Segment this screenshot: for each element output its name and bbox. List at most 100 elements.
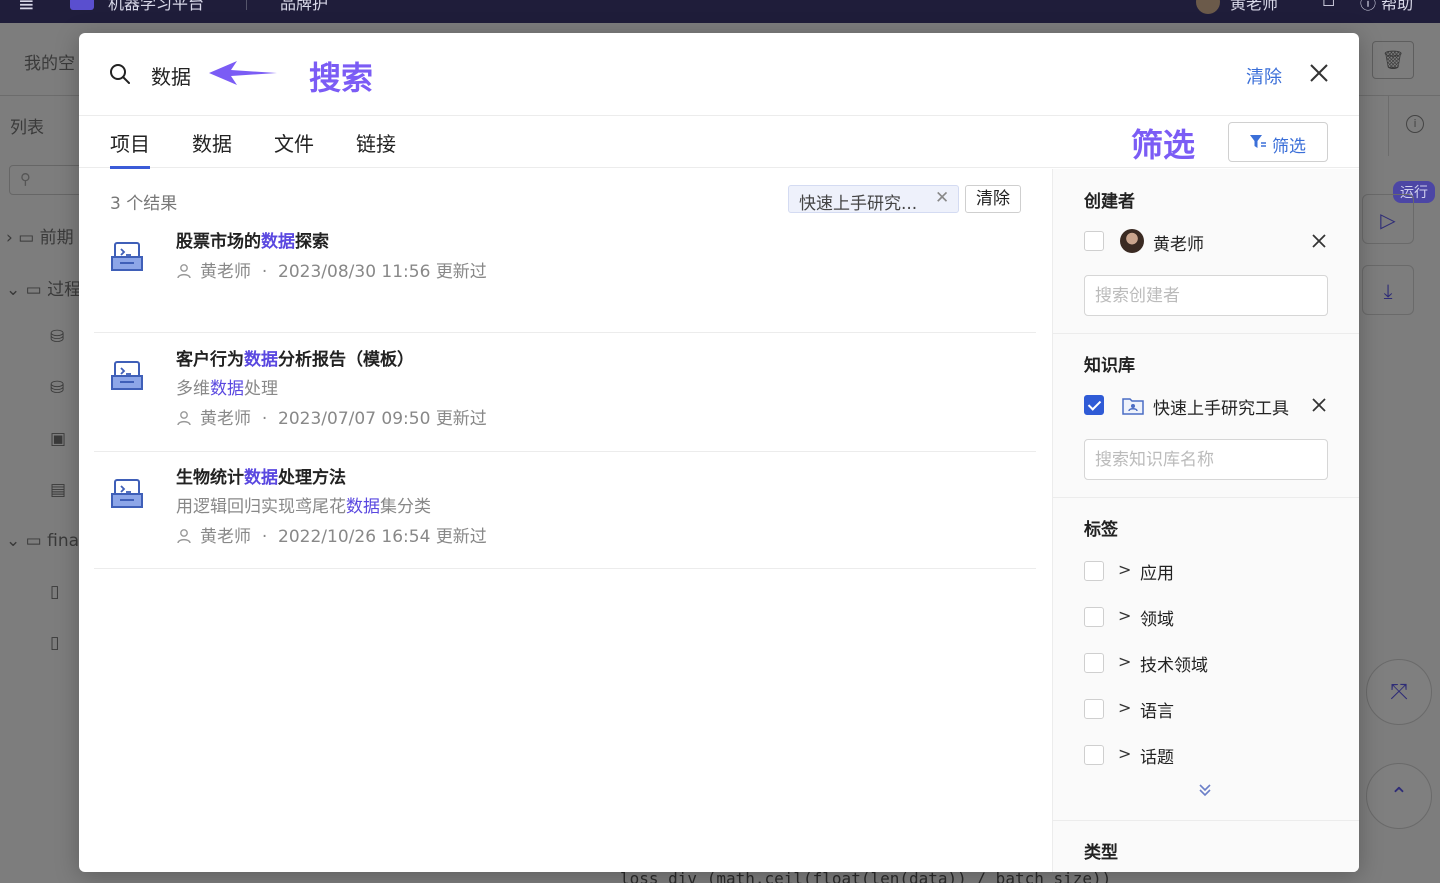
tab-files[interactable]: 文件 (274, 128, 314, 157)
app-logo (70, 0, 94, 10)
annotation-filter-label: 筛选 (1131, 126, 1196, 164)
filter-creator-title: 创建者 (1084, 192, 1135, 212)
divider (1053, 820, 1359, 821)
result-item[interactable]: 客户行为数据分析报告（模板） 多维数据处理 黄老师 · 2023/07/07 0… (94, 334, 1036, 452)
result-item[interactable]: 生物统计数据处理方法 用逻辑回归实现鸢尾花数据集分类 黄老师 · 2022/10… (94, 452, 1036, 569)
knowledge-base-icon (1122, 398, 1144, 415)
result-meta: 黄老师 · 2023/08/30 11:56 更新过 (176, 257, 487, 282)
result-meta: 黄老师 · 2023/07/07 09:50 更新过 (176, 404, 487, 429)
chip-remove-icon[interactable]: ✕ (935, 188, 949, 208)
chevron-right-icon[interactable]: > (1118, 698, 1131, 717)
tag-label: 领域 (1140, 610, 1174, 630)
tag-checkbox[interactable] (1084, 699, 1104, 719)
tree-file-icon[interactable]: ▯ (50, 582, 59, 602)
expand-more-icon[interactable] (1196, 781, 1214, 799)
divider (1053, 497, 1359, 498)
tag-label: 话题 (1140, 748, 1174, 768)
tag-checkbox[interactable] (1084, 653, 1104, 673)
chip-label: 快速上手研究... (799, 194, 918, 214)
chevron-right-icon[interactable]: > (1118, 560, 1131, 579)
filter-kb-title: 知识库 (1084, 356, 1135, 376)
divider (1053, 333, 1359, 334)
creator-checkbox[interactable] (1084, 231, 1104, 251)
nav-divider (246, 0, 247, 10)
search-input[interactable]: 数据 (151, 61, 191, 90)
result-description: 用逻辑回归实现鸢尾花数据集分类 (176, 497, 431, 517)
tree-folder-label: 前期 (39, 228, 74, 248)
result-title: 客户行为数据分析报告（模板） (176, 350, 414, 370)
clear-filters-button[interactable]: 清除 (965, 185, 1021, 213)
hamburger-menu-icon[interactable]: ≡ (18, 0, 35, 16)
tree-folder[interactable]: ⌄ ▭ fina (6, 531, 79, 551)
tab-data[interactable]: 数据 (192, 128, 232, 157)
search-icon (110, 64, 130, 84)
tag-checkbox[interactable] (1084, 607, 1104, 627)
creator-option-label: 黄老师 (1153, 235, 1204, 255)
help-link[interactable]: ⓘ 帮助 (1360, 0, 1413, 14)
search-placeholder: ⚲ (20, 170, 31, 188)
help-label: 帮助 (1381, 0, 1414, 13)
user-icon (177, 264, 191, 279)
remove-kb-icon[interactable] (1311, 397, 1327, 413)
list-label: 列表 (10, 118, 44, 138)
notification-icon[interactable]: ◻ (1322, 0, 1335, 9)
result-meta: 黄老师 · 2022/10/26 16:54 更新过 (176, 522, 487, 547)
tag-label: 应用 (1140, 564, 1174, 584)
active-filter-chip: 快速上手研究... ✕ (788, 185, 959, 214)
tag-checkbox[interactable] (1084, 561, 1104, 581)
top-navigation-bar: ≡ 机器学习平台 品牌护 黄老师 ◻ ⓘ 帮助 (0, 0, 1440, 23)
kb-option-label: 快速上手研究工具 (1153, 399, 1289, 419)
divider (1388, 96, 1389, 156)
app-title[interactable]: 机器学习平台 (108, 0, 204, 14)
download-icon[interactable]: ⤓ (1362, 265, 1414, 315)
tree-file-icon[interactable]: ▯ (50, 633, 59, 653)
trash-icon[interactable]: 🗑 (1372, 41, 1414, 79)
tree-folder-label: 过程 (47, 280, 82, 300)
fullscreen-icon[interactable]: ⤧ (1366, 659, 1432, 725)
chevron-right-icon[interactable]: > (1118, 652, 1131, 671)
annotation-arrow-left-icon (209, 61, 277, 85)
tree-folder[interactable]: › ▭ 前期 (6, 223, 74, 248)
filter-tags-title: 标签 (1084, 520, 1118, 540)
info-icon[interactable]: i (1406, 115, 1424, 133)
annotation-search-label: 搜索 (309, 59, 374, 97)
tag-checkbox[interactable] (1084, 745, 1104, 765)
breadcrumb[interactable]: 品牌护 (280, 0, 328, 14)
tag-label: 语言 (1140, 702, 1174, 722)
result-item[interactable]: 股票市场的数据探索 黄老师 · 2023/08/30 11:56 更新过 (94, 217, 1036, 333)
tree-item-icon[interactable]: ▣ (50, 429, 66, 449)
user-avatar[interactable] (1196, 0, 1220, 14)
chevron-right-icon[interactable]: > (1118, 606, 1131, 625)
close-icon[interactable] (1307, 61, 1331, 85)
scroll-top-icon[interactable]: ⌃ (1366, 763, 1432, 829)
user-menu[interactable]: 黄老师 (1230, 0, 1278, 14)
filter-button[interactable]: 筛选 (1228, 122, 1328, 162)
tree-item-icon[interactable]: ▤ (50, 480, 66, 500)
notebook-icon (111, 361, 143, 390)
tree-item-icon[interactable]: ⛁ (50, 327, 64, 347)
play-icon[interactable]: ▷ (1362, 194, 1414, 244)
kb-search-input[interactable] (1084, 439, 1328, 480)
result-title: 股票市场的数据探索 (176, 232, 329, 252)
result-title: 生物统计数据处理方法 (176, 468, 346, 488)
notebook-icon (111, 479, 143, 508)
creator-search-input[interactable] (1084, 275, 1328, 316)
tag-label: 技术领域 (1140, 656, 1208, 676)
filter-button-label: 筛选 (1272, 137, 1306, 157)
tab-links[interactable]: 链接 (356, 128, 396, 157)
creator-avatar (1120, 229, 1144, 253)
sidebar-search-input[interactable]: ⚲ (9, 165, 89, 195)
results-panel: 3 个结果 快速上手研究... ✕ 清除 股票市场的数据探索 黄老师 · 202… (79, 169, 1052, 872)
filter-type-title: 类型 (1084, 843, 1118, 863)
tree-folder[interactable]: ⌄ ▭ 过程 (6, 275, 81, 300)
filter-icon (1250, 135, 1266, 148)
clear-search-button[interactable]: 清除 (1246, 63, 1282, 89)
tree-item-icon[interactable]: ⛁ (50, 378, 64, 398)
result-description: 多维数据处理 (176, 379, 278, 399)
kb-checkbox[interactable] (1084, 395, 1104, 415)
results-count: 3 个结果 (110, 194, 178, 214)
chevron-right-icon[interactable]: > (1118, 744, 1131, 763)
tab-projects[interactable]: 项目 (110, 128, 150, 169)
remove-creator-icon[interactable] (1311, 233, 1327, 249)
tree-folder-label: fina (47, 531, 80, 551)
